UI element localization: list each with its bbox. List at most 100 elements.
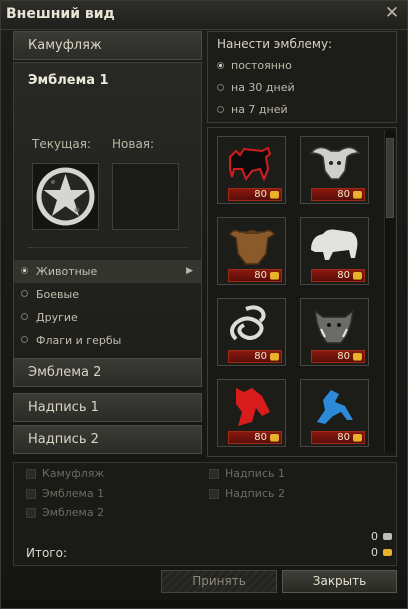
- emblem-tile[interactable]: 80: [217, 136, 286, 204]
- gold-coin-icon: [270, 272, 279, 279]
- emblem-tile[interactable]: 80: [300, 136, 369, 204]
- exterior-window: Внешний вид ✕ Камуфляж Эмблема 1 Текущая…: [0, 0, 408, 609]
- checkbox-label: Камуфляж: [42, 467, 105, 480]
- purchase-summary: Камуфляж Эмблема 1 Эмблема 2 Надпись 1 Н…: [13, 462, 397, 566]
- checkbox-label: Эмблема 1: [42, 487, 105, 500]
- emblem2-checkbox[interactable]: Эмблема 2: [26, 504, 104, 522]
- emblem-grid-scrollbar[interactable]: [384, 130, 395, 452]
- option-permanent[interactable]: постоянно: [217, 57, 292, 75]
- category-label: Другие: [36, 311, 78, 324]
- customization-panel: Камуфляж Эмблема 1 Текущая: Новая: Живот…: [13, 31, 202, 456]
- snake-icon: [230, 305, 266, 341]
- bison-icon: [229, 229, 275, 265]
- bottom-edge: [1, 600, 407, 608]
- price-badge: 80: [311, 188, 365, 201]
- gold-coin-icon: [353, 434, 362, 441]
- emblem1-checkbox[interactable]: Эмблема 1: [26, 485, 104, 503]
- total-label: Итого:: [26, 546, 67, 560]
- red-horse-icon: [236, 388, 270, 426]
- new-emblem-slot: [112, 163, 179, 230]
- inscription1-checkbox[interactable]: Надпись 1: [209, 465, 285, 483]
- price-badge: 80: [311, 269, 365, 282]
- gold-coin-icon: [353, 191, 362, 198]
- window-title: Внешний вид: [6, 6, 115, 22]
- gold-coin-icon: [270, 191, 279, 198]
- emblem-selection-panel: Нанести эмблему: постоянно на 30 дней на…: [207, 31, 397, 457]
- blue-horse-icon: [317, 390, 353, 424]
- category-combat[interactable]: Боевые: [14, 283, 201, 306]
- boar-icon: [313, 309, 355, 344]
- scrollbar-thumb[interactable]: [386, 138, 394, 218]
- category-label: Животные: [36, 265, 98, 278]
- radio-icon: [217, 84, 224, 91]
- option-30-days[interactable]: на 30 дней: [217, 79, 295, 97]
- apply-title: Нанести эмблему:: [217, 37, 333, 51]
- price-badge: 80: [228, 431, 282, 444]
- camouflage-section-button[interactable]: Камуфляж: [13, 31, 202, 60]
- current-label: Текущая:: [32, 137, 91, 151]
- inscription1-section-button[interactable]: Надпись 1: [13, 393, 202, 422]
- checkbox-label: Эмблема 2: [42, 506, 105, 519]
- buffalo-icon: [309, 146, 361, 180]
- emblem-tile[interactable]: 80: [217, 379, 286, 447]
- star-emblem-icon: [36, 167, 95, 226]
- emblem-tile[interactable]: 80: [300, 217, 369, 285]
- checkbox-box: [209, 469, 219, 479]
- category-animals[interactable]: Животные ▶: [14, 260, 201, 283]
- divider: [28, 247, 188, 248]
- emblem-tile[interactable]: 80: [217, 298, 286, 366]
- gold-coin-icon: [270, 353, 279, 360]
- close-icon[interactable]: ✕: [383, 4, 401, 22]
- option-label: постоянно: [231, 59, 292, 72]
- title-bar[interactable]: Внешний вид ✕: [1, 1, 407, 30]
- emblem-tile[interactable]: 80: [300, 298, 369, 366]
- price-badge: 80: [311, 431, 365, 444]
- bull-icon: [229, 146, 272, 182]
- checkbox-box: [26, 469, 36, 479]
- gold-coin-icon: [353, 353, 362, 360]
- category-other[interactable]: Другие: [14, 306, 201, 329]
- inscription2-section-button[interactable]: Надпись 2: [13, 425, 202, 454]
- price-badge: 80: [228, 188, 282, 201]
- checkbox-box: [26, 489, 36, 499]
- camouflage-checkbox[interactable]: Камуфляж: [26, 465, 104, 483]
- emblem-tile[interactable]: 80: [300, 379, 369, 447]
- apply-button[interactable]: Принять: [161, 570, 277, 593]
- inscription2-checkbox[interactable]: Надпись 2: [209, 485, 285, 503]
- radio-icon: [21, 313, 28, 320]
- gold-coin-icon: [353, 272, 362, 279]
- category-flags[interactable]: Флаги и гербы: [14, 329, 201, 352]
- checkbox-label: Надпись 1: [225, 467, 285, 480]
- price-badge: 80: [228, 350, 282, 363]
- gold-coin-icon: [270, 434, 279, 441]
- radio-icon: [217, 62, 224, 69]
- option-label: на 30 дней: [231, 81, 295, 94]
- category-label: Боевые: [36, 288, 79, 301]
- emblem1-title: Эмблема 1: [28, 73, 109, 88]
- radio-icon: [21, 267, 28, 274]
- arrow-right-icon: ▶: [186, 266, 193, 276]
- emblem2-section-button[interactable]: Эмблема 2: [13, 358, 202, 387]
- radio-icon: [21, 290, 28, 297]
- radio-icon: [21, 336, 28, 343]
- option-7-days[interactable]: на 7 дней: [217, 101, 288, 119]
- emblem-grid: 80 80 80 80 80 80 80 80: [207, 127, 397, 457]
- credits-cost: 0: [371, 530, 378, 543]
- gold-cost: 0: [371, 546, 378, 559]
- option-label: на 7 дней: [231, 103, 288, 116]
- new-label: Новая:: [112, 137, 155, 151]
- price-badge: 80: [311, 350, 365, 363]
- credits-coin-icon: [383, 533, 392, 540]
- white-bison-icon: [311, 229, 358, 260]
- emblem1-section: Эмблема 1 Текущая: Новая: Животные ▶ Бое…: [13, 62, 202, 384]
- radio-icon: [217, 106, 224, 113]
- emblem-tile[interactable]: 80: [217, 217, 286, 285]
- close-button[interactable]: Закрыть: [282, 570, 397, 593]
- apply-duration-box: Нанести эмблему: постоянно на 30 дней на…: [207, 31, 397, 123]
- category-label: Флаги и гербы: [36, 334, 122, 347]
- checkbox-box: [26, 508, 36, 518]
- checkbox-label: Надпись 2: [225, 487, 285, 500]
- checkbox-box: [209, 489, 219, 499]
- price-badge: 80: [228, 269, 282, 282]
- gold-coin-icon: [383, 549, 392, 556]
